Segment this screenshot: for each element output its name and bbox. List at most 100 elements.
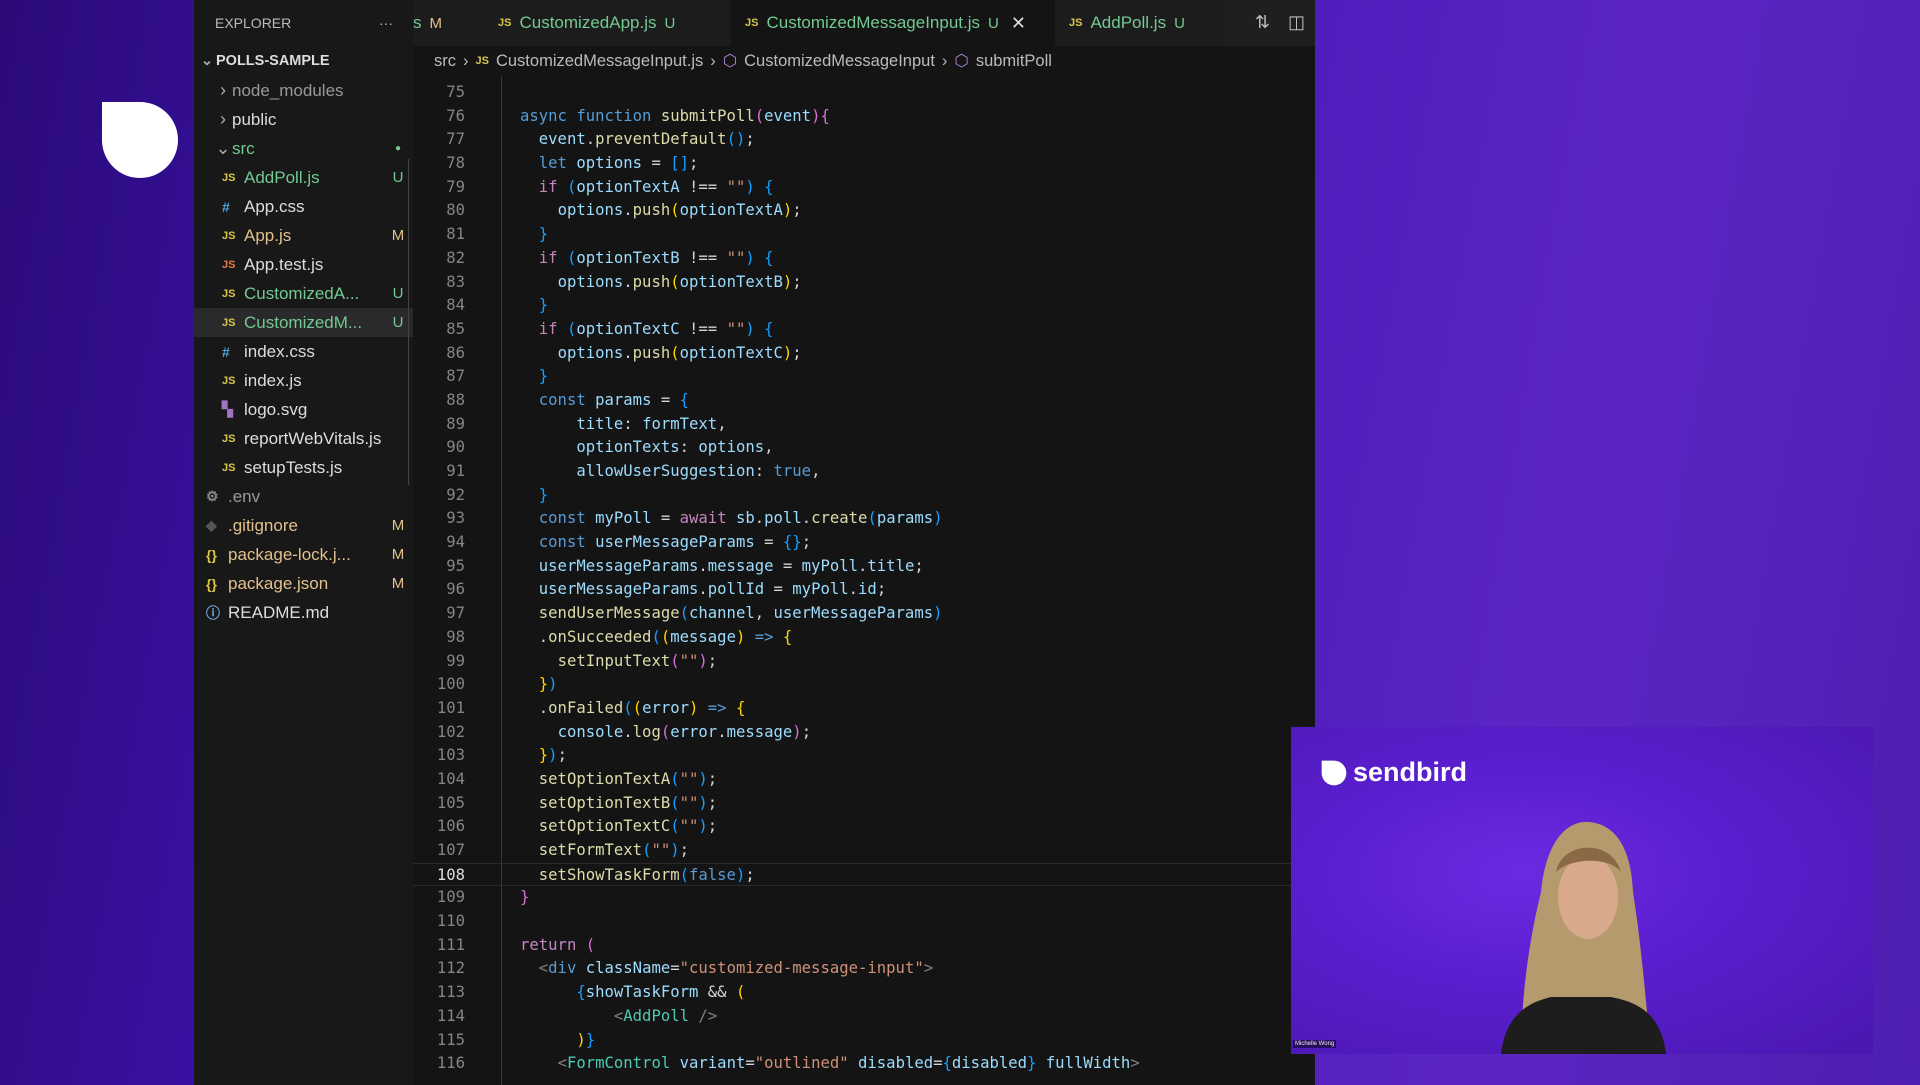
code-token: const bbox=[538, 533, 596, 552]
more-actions-button[interactable]: ··· bbox=[379, 15, 393, 31]
tab-s[interactable]: sM bbox=[413, 0, 484, 46]
code-line: 115 )} bbox=[413, 1029, 1315, 1053]
sendbird-logo-icon bbox=[1321, 760, 1347, 785]
line-content: async function submitPoll(event){ bbox=[465, 105, 830, 129]
code-token: userMessageParams bbox=[538, 580, 699, 599]
tree-item-label: package.json bbox=[228, 573, 329, 593]
workspace-root[interactable]: ⌄ POLLS-SAMPLE bbox=[194, 46, 413, 76]
code-token: ) bbox=[698, 651, 708, 670]
line-number: 82 bbox=[446, 248, 465, 267]
git-status-badge: M bbox=[391, 575, 405, 592]
code-token: /> bbox=[689, 1006, 718, 1025]
code-token: ; bbox=[914, 556, 924, 575]
code-token: disabled bbox=[951, 1054, 1028, 1073]
code-token: error bbox=[642, 698, 690, 717]
tree-item[interactable]: {} package-lock.j... M bbox=[194, 540, 413, 569]
tree-item[interactable]: ▚ logo.svg bbox=[194, 395, 413, 424]
close-icon[interactable]: ✕ bbox=[1011, 13, 1026, 34]
breadcrumb-component[interactable]: CustomizedMessageInput bbox=[744, 52, 935, 71]
code-token: options bbox=[576, 154, 643, 173]
tab-customizedapp-js[interactable]: JS CustomizedApp.js U bbox=[484, 0, 731, 46]
code-token: options bbox=[698, 438, 765, 457]
tree-item[interactable]: › node_modules bbox=[194, 76, 413, 105]
line-number: 97 bbox=[446, 604, 465, 623]
code-token: optionTextB bbox=[576, 248, 680, 267]
code-token: title bbox=[867, 556, 915, 575]
code-token: optionTextC bbox=[576, 319, 680, 338]
tree-item[interactable]: ⚙ .env bbox=[194, 482, 413, 511]
line-content: }); bbox=[465, 744, 567, 768]
tree-item-label: App.test.js bbox=[244, 254, 324, 274]
code-line: 89 title: formText, bbox=[413, 413, 1315, 437]
css-file-icon: # bbox=[222, 343, 230, 360]
code-token: push bbox=[632, 343, 671, 362]
tree-item[interactable]: ◆ .gitignore M bbox=[194, 511, 413, 540]
code-token: = bbox=[745, 1054, 755, 1073]
code-token: && bbox=[698, 983, 736, 1002]
tab-addpoll-js[interactable]: JS AddPoll.js U bbox=[1055, 0, 1225, 46]
code-token: myPoll bbox=[801, 556, 859, 575]
line-number: 116 bbox=[436, 1054, 465, 1073]
code-line: 101 .onFailed((error) => { bbox=[413, 697, 1315, 721]
code-token: FormControl bbox=[566, 1054, 671, 1073]
code-token: , bbox=[811, 462, 821, 480]
sendbird-logo: sendbird bbox=[1321, 757, 1467, 788]
tab-customizedmessageinput-js[interactable]: JS CustomizedMessageInput.js U ✕ bbox=[731, 0, 1055, 46]
breadcrumb-function[interactable]: submitPoll bbox=[976, 52, 1052, 71]
line-number: 78 bbox=[446, 154, 465, 173]
tree-item[interactable]: JS CustomizedA... U bbox=[194, 279, 413, 308]
code-line: 82 if (optionTextB !== "") { bbox=[413, 247, 1315, 271]
line-number: 111 bbox=[436, 935, 465, 954]
line-number: 100 bbox=[436, 675, 465, 694]
code-token: ) bbox=[782, 343, 793, 362]
tab-label: CustomizedApp.js bbox=[519, 13, 657, 32]
code-token: ( bbox=[670, 769, 680, 788]
breadcrumb-file[interactable]: CustomizedMessageInput.js bbox=[496, 52, 703, 71]
tree-item[interactable]: › public bbox=[194, 105, 413, 134]
tree-item[interactable]: JS reportWebVitals.js bbox=[194, 424, 413, 453]
code-token: . bbox=[754, 509, 765, 528]
code-token: fullWidth bbox=[1045, 1054, 1131, 1073]
code-line: 112 <div className="customized-message-i… bbox=[413, 957, 1315, 981]
tree-item[interactable]: ⌄ src ● bbox=[194, 134, 413, 163]
tab-label: AddPoll.js bbox=[1090, 13, 1167, 32]
code-token: > bbox=[1130, 1054, 1140, 1073]
tree-item[interactable]: JS AddPoll.js U bbox=[194, 163, 413, 192]
code-token: !== bbox=[679, 248, 727, 267]
tree-item[interactable]: # index.css bbox=[194, 337, 413, 366]
presenter-silhouette bbox=[1501, 822, 1666, 1054]
line-number: 107 bbox=[436, 841, 465, 859]
split-editor-icon[interactable]: ◫ bbox=[1288, 12, 1305, 33]
code-area[interactable]: 75 76 async function submitPoll(event){77 … bbox=[413, 81, 1315, 1076]
code-token: { bbox=[576, 983, 586, 1002]
code-line: 106 setOptionTextC(""); bbox=[413, 815, 1315, 839]
code-token: ) bbox=[782, 201, 793, 220]
tree-item[interactable]: JS App.test.js bbox=[194, 250, 413, 279]
tree-item[interactable]: {} package.json M bbox=[194, 569, 413, 598]
line-number: 84 bbox=[446, 296, 465, 315]
tree-item[interactable]: JS setupTests.js bbox=[194, 453, 413, 482]
tree-item[interactable]: ⓘ README.md bbox=[194, 598, 413, 627]
code-token: ) bbox=[698, 817, 708, 836]
line-number: 110 bbox=[436, 912, 465, 931]
code-token: optionTextC bbox=[679, 343, 783, 362]
code-token: sb bbox=[735, 509, 755, 528]
tree-item[interactable]: JS App.js M bbox=[194, 221, 413, 250]
code-line: 103 }); bbox=[413, 744, 1315, 768]
breadcrumb-src[interactable]: src bbox=[434, 52, 456, 71]
git-status-badge: ● bbox=[394, 143, 402, 154]
code-token: ( bbox=[660, 627, 671, 646]
line-content: sendUserMessage(channel, userMessagePara… bbox=[465, 602, 943, 626]
code-token: event bbox=[764, 106, 812, 125]
tree-item[interactable]: JS index.js bbox=[194, 366, 413, 395]
code-token: push bbox=[632, 201, 671, 220]
tree-item[interactable]: # App.css bbox=[194, 192, 413, 221]
tree-item-label: setupTests.js bbox=[244, 457, 343, 477]
line-number: 102 bbox=[436, 722, 465, 741]
source-control-compare-icon[interactable]: ⇅ bbox=[1255, 12, 1270, 33]
code-token: optionTexts bbox=[576, 438, 680, 457]
code-line: 79 if (optionTextA !== "") { bbox=[413, 176, 1315, 200]
tree-item[interactable]: JS CustomizedM... U bbox=[194, 308, 413, 337]
code-token: console bbox=[557, 722, 624, 741]
